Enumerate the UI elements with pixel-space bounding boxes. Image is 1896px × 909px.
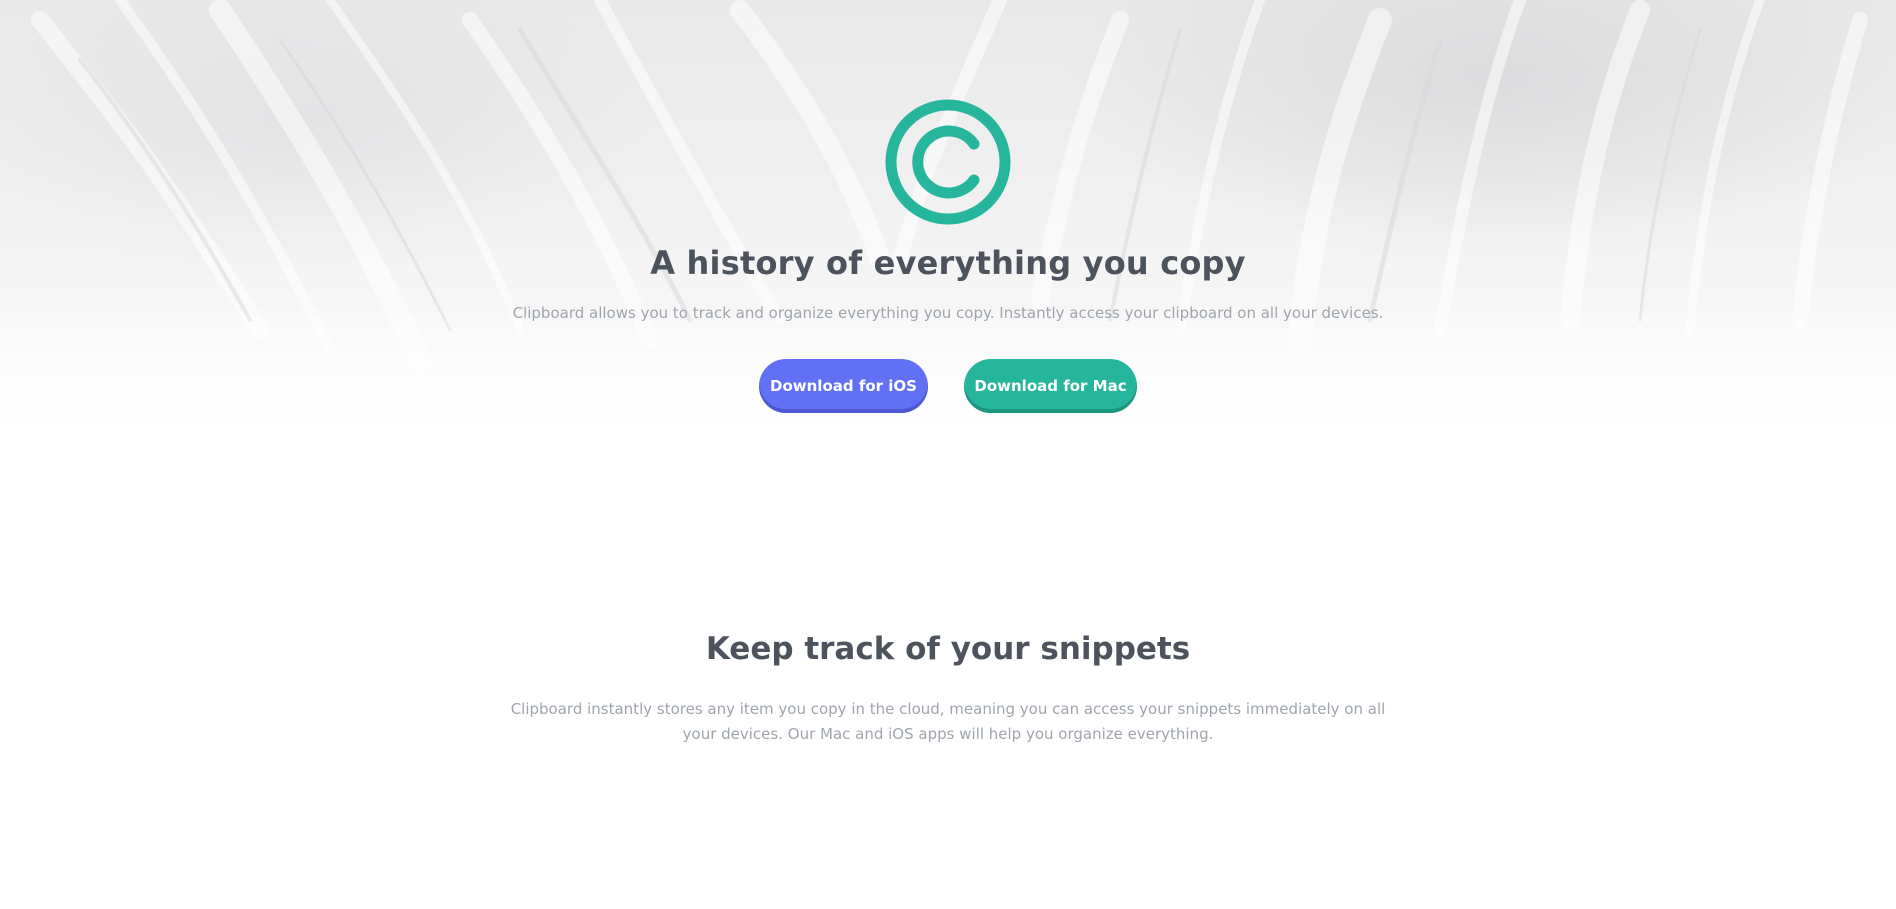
snippets-description: Clipboard instantly stores any item you …: [510, 700, 1386, 743]
download-ios-button[interactable]: Download for iOS: [759, 359, 928, 413]
download-mac-button[interactable]: Download for Mac: [964, 359, 1137, 413]
clipboard-logo-icon: [885, 99, 1011, 225]
landing-page: A history of everything you copy Clipboa…: [0, 0, 1896, 909]
hero-background: [0, 0, 1896, 470]
snippets-title: Keep track of your snippets: [705, 631, 1191, 667]
hero-fade: [0, 300, 1896, 470]
hero-subtitle: Clipboard allows you to track and organi…: [512, 304, 1384, 322]
hero-title: A history of everything you copy: [650, 244, 1246, 282]
